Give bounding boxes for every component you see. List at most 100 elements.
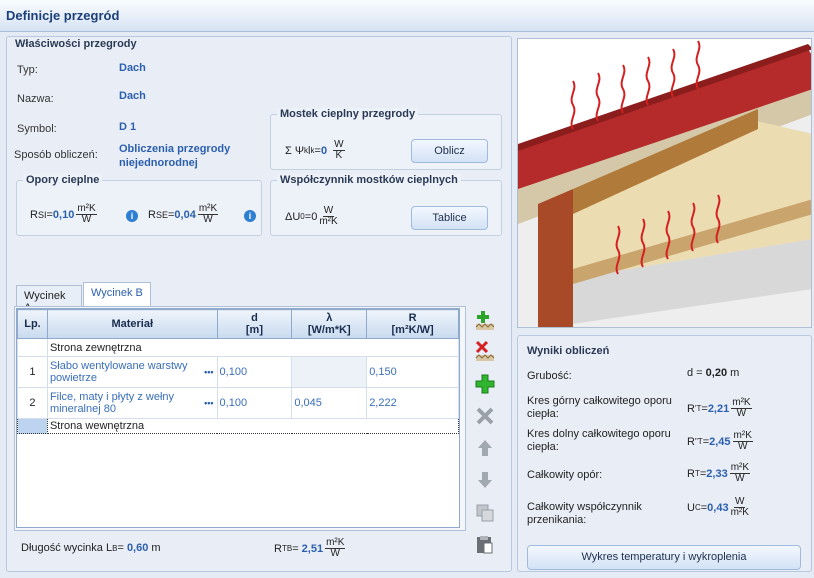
col-material[interactable]: Materiał: [46, 309, 218, 339]
rse-sub: SE: [155, 209, 168, 220]
dolny-value-field: R " T = 2,45 m²K W: [687, 430, 753, 452]
symbol-label: Symbol:: [17, 123, 57, 135]
wspolczynnik-title: Współczynnik mostków cieplnych: [277, 174, 461, 186]
tab-wycinek-b[interactable]: Wycinek B: [83, 282, 151, 306]
symbol-value[interactable]: D 1: [119, 121, 136, 133]
grubosc-label: Grubość:: [527, 370, 572, 382]
material-picker-button[interactable]: •••: [201, 367, 216, 377]
sposob-value[interactable]: Obliczenia przegrody niejednorodnej: [119, 142, 249, 170]
col-r[interactable]: R [m²K/W]: [366, 309, 459, 339]
add-icon[interactable]: [475, 374, 495, 394]
delta-u-unit: Wm²K: [319, 205, 338, 227]
typ-label: Typ:: [17, 64, 38, 76]
col-d[interactable]: d [m]: [216, 309, 293, 339]
row-lp: 1: [17, 356, 48, 388]
length-value[interactable]: 0,60: [127, 542, 148, 554]
mostek-unit: WK: [333, 139, 345, 161]
row-material-cell: Słabo wentylowane warstwy powietrze •••: [46, 356, 218, 388]
u-value-field: U C = 0,43 Wm²K: [687, 496, 749, 518]
col-lambda[interactable]: λ [W/m*K]: [291, 309, 368, 339]
row-material-cell: Filce, maty i płyty z wełny mineralnej 8…: [46, 387, 218, 419]
table-row[interactable]: 1 Słabo wentylowane warstwy powietrze •••…: [17, 356, 459, 388]
rsi-unit: m²K W: [76, 203, 97, 225]
paste-icon[interactable]: [475, 535, 495, 555]
inner-side: Strona wewnętrzna: [46, 418, 460, 434]
rtb-field: R TB = 2,51 m²K W: [274, 537, 346, 559]
row-lambda: [291, 356, 368, 388]
length-eq: =: [117, 542, 124, 554]
grubosc-value-field: d = 0,20 m: [687, 367, 739, 379]
move-up-icon: [475, 438, 495, 458]
row-lambda[interactable]: 0,045: [291, 387, 368, 419]
tab-wycinek-a[interactable]: Wycinek A: [16, 285, 82, 314]
rse-value: 0,04: [174, 208, 196, 221]
rtb-unit: m²K W: [325, 537, 346, 559]
rtb-sub: TB: [281, 544, 293, 553]
rsi-info-icon[interactable]: i: [126, 210, 138, 222]
mostek-title: Mostek cieplny przegrody: [277, 108, 419, 120]
layers-grid: Lp. Materiał d [m] λ [W/m*K] R [m²K/W] Stro…: [16, 308, 460, 528]
opory-title: Opory cieplne: [23, 174, 103, 186]
rse-unit: m²K W: [197, 203, 219, 225]
row-d[interactable]: 0,100: [216, 387, 293, 419]
oblicz-button[interactable]: Oblicz: [411, 139, 488, 163]
outer-side: Strona zewnętrzna: [46, 338, 460, 357]
delta-u-field: ΔU 0 = 0 Wm²K: [285, 205, 338, 227]
opor-label: Całkowity opór:: [527, 469, 603, 481]
chart-button[interactable]: Wykres temperatury i wykroplenia: [527, 545, 801, 570]
length-field: Długość wycinka L B = 0,60 m: [21, 542, 161, 554]
grubosc-unit: m: [730, 367, 740, 379]
length-unit: m: [151, 542, 161, 554]
rse-field: R SE = 0,04 m²K W: [148, 203, 219, 225]
grubosc-value: 0,20: [705, 367, 728, 379]
mostek-field: Σ Ψk l k = 0 WK: [285, 139, 345, 161]
row-d[interactable]: 0,100: [216, 356, 293, 388]
window-title: Definicje przegród: [6, 8, 120, 23]
dolny-label: Kres dolny całkowitego oporu ciepła:: [527, 428, 671, 453]
col-lp[interactable]: Lp.: [17, 309, 48, 339]
add-layer-top-icon[interactable]: [475, 310, 495, 330]
tablice-button[interactable]: Tablice: [411, 206, 488, 230]
mostek-formula-lsub: k: [310, 146, 315, 155]
table-header: Lp. Materiał d [m] λ [W/m*K] R [m²K/W]: [17, 309, 459, 339]
row-material: Słabo wentylowane warstwy powietrze: [49, 360, 188, 384]
gorny-value-field: R ' T = 2,21 m²K W: [687, 397, 752, 419]
row-lp: 2: [17, 387, 48, 419]
delta-u-value: 0: [311, 210, 318, 223]
sposob-label: Sposób obliczeń:: [14, 149, 98, 161]
dolny-value: 2,45: [709, 435, 731, 448]
row-material: Filce, maty i płyty z wełny mineralnej 8…: [49, 391, 175, 415]
delta-u-sub: 0: [300, 212, 305, 221]
gorny-value: 2,21: [707, 402, 730, 415]
table-row[interactable]: Strona wewnętrzna: [17, 418, 460, 434]
material-picker-button[interactable]: •••: [201, 398, 216, 408]
rse-info-icon[interactable]: i: [244, 210, 256, 222]
u-label: Całkowity współczynnik przenikania:: [527, 501, 642, 526]
copy-icon: [475, 503, 495, 523]
opor-value: 2,33: [706, 467, 728, 480]
rsi-field: R SI = 0,10 m²K W: [30, 203, 97, 225]
results-title: Wyniki obliczeń: [527, 345, 610, 357]
properties-title: Właściwości przegrody: [15, 38, 137, 50]
rtb-value: 2,51: [301, 542, 324, 555]
remove-icon: [475, 406, 495, 426]
rsi-value: 0,10: [52, 208, 75, 221]
delete-layer-icon[interactable]: [475, 340, 495, 361]
row-r: 2,222: [366, 387, 459, 419]
u-value: 0,43: [707, 501, 729, 514]
grubosc-pre: d =: [687, 367, 703, 379]
rtb-symbol: R: [274, 542, 282, 555]
rse-symbol: R: [148, 208, 156, 221]
nazwa-value[interactable]: Dach: [119, 90, 146, 102]
roof-illustration: [517, 38, 812, 328]
mostek-value: 0: [320, 144, 328, 157]
rsi-sub: SI: [37, 209, 47, 220]
length-label: Długość wycinka L: [21, 542, 113, 554]
table-row[interactable]: 2 Filce, maty i płyty z wełny mineralnej…: [17, 387, 459, 419]
row-r: 0,150: [366, 356, 459, 388]
table-row[interactable]: Strona zewnętrzna: [17, 338, 460, 357]
title-bar: Definicje przegród: [0, 0, 814, 32]
typ-value[interactable]: Dach: [119, 62, 146, 74]
nazwa-label: Nazwa:: [17, 93, 54, 105]
gorny-label: Kres górny całkowitego oporu ciepła:: [527, 395, 672, 420]
